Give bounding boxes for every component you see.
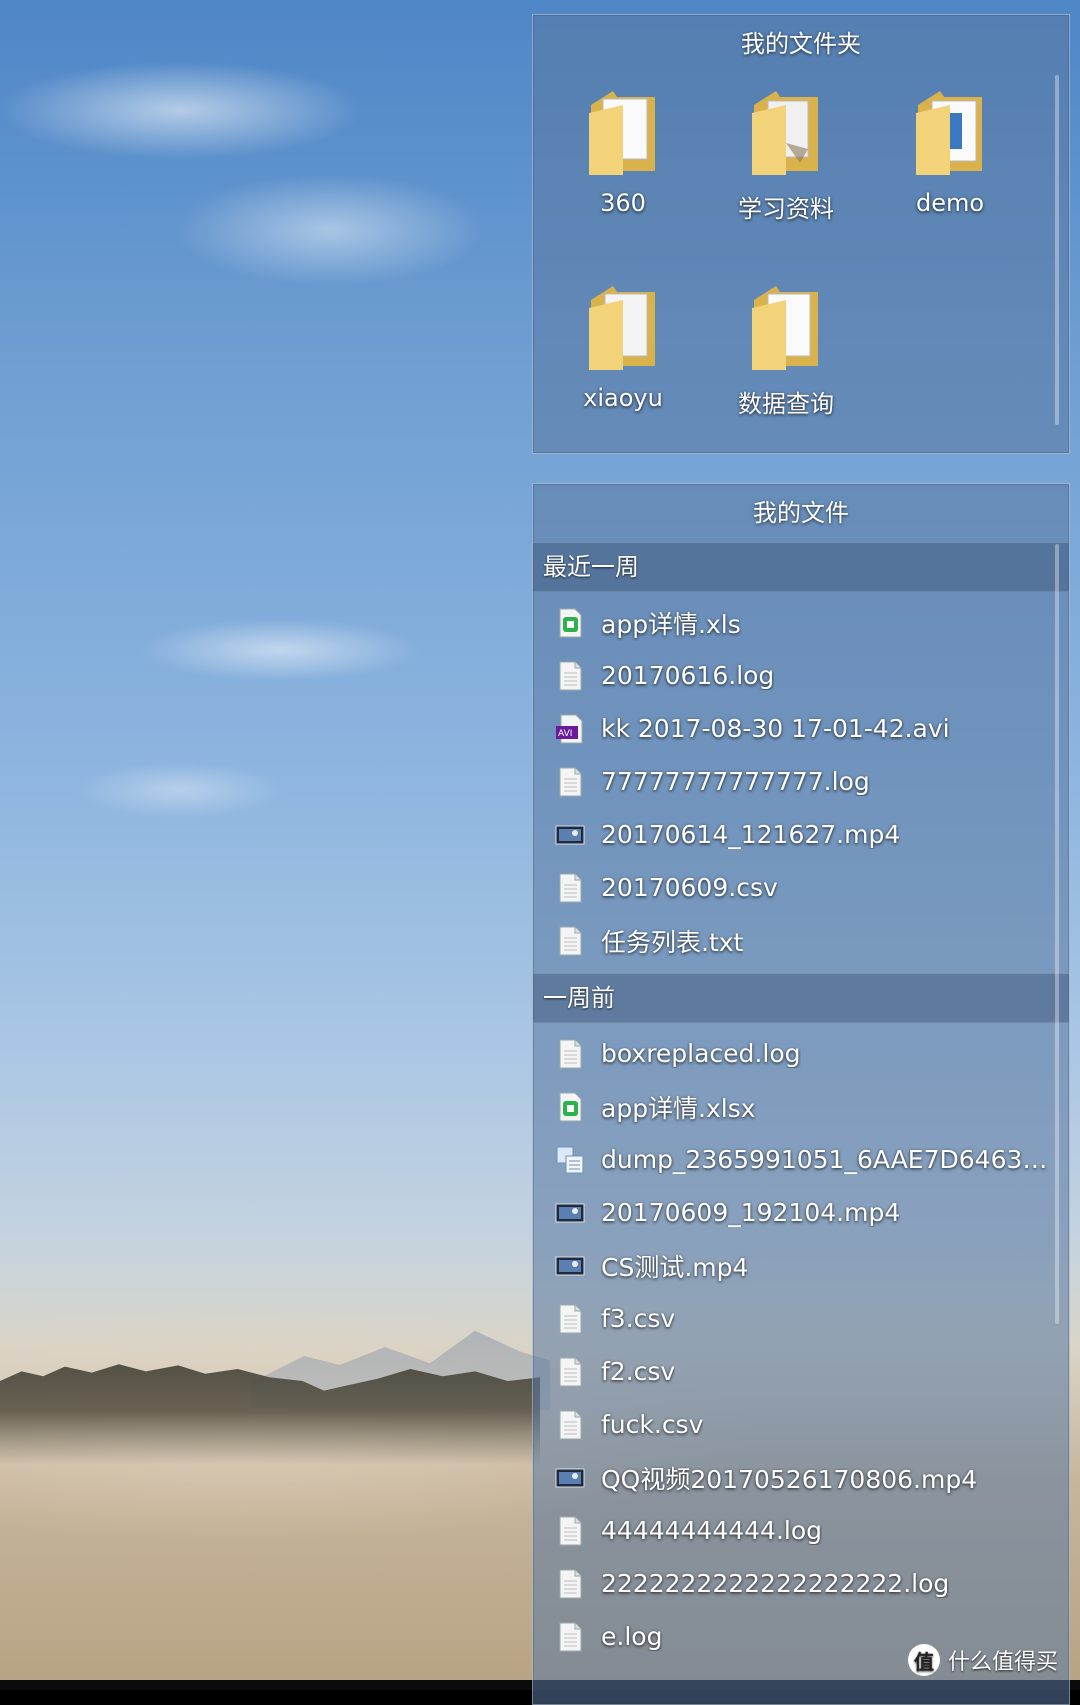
files-scrollbar[interactable] [1055, 544, 1059, 1324]
text-file-icon [555, 1038, 585, 1070]
text-file-icon [555, 1409, 585, 1441]
video-thumbnail-icon [555, 1197, 585, 1229]
file-name: 20170616.log [601, 661, 775, 690]
folder-label: xiaoyu [583, 384, 663, 412]
file-name: e.log [601, 1622, 663, 1651]
my-files-title: 我的文件 [753, 499, 849, 527]
file-row[interactable]: 20170609_192104.mp4 [533, 1186, 1069, 1239]
text-file-icon [555, 872, 585, 904]
text-file-icon [555, 1356, 585, 1388]
my-folders-title: 我的文件夹 [741, 30, 861, 58]
folder-icon [583, 83, 663, 183]
video-thumbnail-icon [555, 819, 585, 851]
file-row[interactable]: fuck.csv [533, 1398, 1069, 1451]
folder-icon [746, 83, 826, 183]
file-name: 任务列表.txt [601, 927, 744, 957]
file-name: CS测试.mp4 [601, 1252, 749, 1282]
file-row[interactable]: 20170616.log [533, 649, 1069, 702]
folder-label: 学习资料 [738, 195, 834, 223]
folder-study-materials[interactable]: 学习资料 [711, 83, 861, 224]
file-row[interactable]: 任务列表.txt [533, 914, 1069, 967]
svg-text:AVI: AVI [558, 729, 572, 739]
folder-demo[interactable]: demo [875, 83, 1025, 217]
file-name: app详情.xlsx [601, 1093, 756, 1123]
file-row[interactable]: 77777777777777.log [533, 755, 1069, 808]
dump-file-icon [555, 1144, 585, 1176]
folder-grid: 360 学习资料 demo xiaoyu 数据查询 [533, 73, 1069, 453]
file-name: QQ视频20170526170806.mp4 [601, 1464, 978, 1494]
file-name: f2.csv [601, 1357, 676, 1386]
folder-label: 360 [600, 189, 646, 217]
folder-label: 数据查询 [738, 390, 834, 418]
file-name: f3.csv [601, 1304, 676, 1333]
spreadsheet-icon [555, 607, 585, 639]
file-name: 77777777777777.log [601, 767, 870, 796]
folder-icon [583, 278, 663, 378]
file-row[interactable]: app详情.xlsx [533, 1080, 1069, 1133]
folder-icon [910, 83, 990, 183]
watermark-text: 什么值得买 [948, 1650, 1059, 1675]
section-header-recent-week: 最近一周 [533, 542, 1069, 592]
file-row[interactable]: AVI kk 2017-08-30 17-01-42.avi [533, 702, 1069, 755]
file-row[interactable]: QQ视频20170526170806.mp4 [533, 1451, 1069, 1504]
site-watermark: 值 什么值得买 [908, 1642, 1058, 1678]
file-name: 2222222222222222222.log [601, 1569, 950, 1598]
video-thumbnail-icon [555, 1462, 585, 1494]
file-row[interactable]: 20170614_121627.mp4 [533, 808, 1069, 861]
my-folders-panel: 我的文件夹 360 学习资料 demo xiaoyu 数据查询 [532, 14, 1070, 454]
file-row[interactable]: f3.csv [533, 1292, 1069, 1345]
file-name: 20170609.csv [601, 873, 778, 902]
spreadsheet-icon [555, 1091, 585, 1123]
text-file-icon [555, 1303, 585, 1335]
file-row[interactable]: 44444444444.log [533, 1504, 1069, 1557]
folder-icon [746, 278, 826, 378]
text-file-icon [555, 1568, 585, 1600]
text-file-icon [555, 660, 585, 692]
file-row[interactable]: CS测试.mp4 [533, 1239, 1069, 1292]
folder-xiaoyu[interactable]: xiaoyu [548, 278, 698, 412]
file-name: 20170609_192104.mp4 [601, 1198, 901, 1227]
file-row[interactable]: f2.csv [533, 1345, 1069, 1398]
file-name: boxreplaced.log [601, 1039, 801, 1068]
avi-video-icon: AVI [555, 713, 585, 745]
folder-360[interactable]: 360 [548, 83, 698, 217]
older-file-list: boxreplaced.log app详情.xlsx dump_2365991051… [533, 1023, 1069, 1669]
folder-data-query[interactable]: 数据查询 [711, 278, 861, 419]
file-row[interactable]: 2222222222222222222.log [533, 1557, 1069, 1610]
file-name: app详情.xls [601, 609, 741, 639]
video-thumbnail-icon [555, 1250, 585, 1282]
recent-week-file-list: app详情.xls 20170616.log AVI kk 2017-08-30 17… [533, 592, 1069, 973]
text-file-icon [555, 1515, 585, 1547]
text-file-icon [555, 925, 585, 957]
file-row[interactable]: dump_2365991051_6AAE7D6463614... [533, 1133, 1069, 1186]
file-name: 44444444444.log [601, 1516, 823, 1545]
my-files-panel: 我的文件 最近一周 app详情.xls 20170616.log AVI kk 201… [532, 483, 1070, 1705]
file-name: 20170614_121627.mp4 [601, 820, 901, 849]
folders-scrollbar[interactable] [1055, 75, 1059, 425]
file-name: kk 2017-08-30 17-01-42.avi [601, 714, 950, 743]
section-header-older: 一周前 [533, 973, 1069, 1023]
folder-label: demo [915, 189, 985, 217]
file-row[interactable]: app详情.xls [533, 596, 1069, 649]
text-file-icon [555, 766, 585, 798]
file-name: dump_2365991051_6AAE7D6463614... [601, 1145, 1061, 1174]
file-name: fuck.csv [601, 1410, 704, 1439]
file-row[interactable]: boxreplaced.log [533, 1027, 1069, 1080]
watermark-logo: 值 [908, 1644, 940, 1676]
text-file-icon [555, 1621, 585, 1653]
file-row[interactable]: 20170609.csv [533, 861, 1069, 914]
